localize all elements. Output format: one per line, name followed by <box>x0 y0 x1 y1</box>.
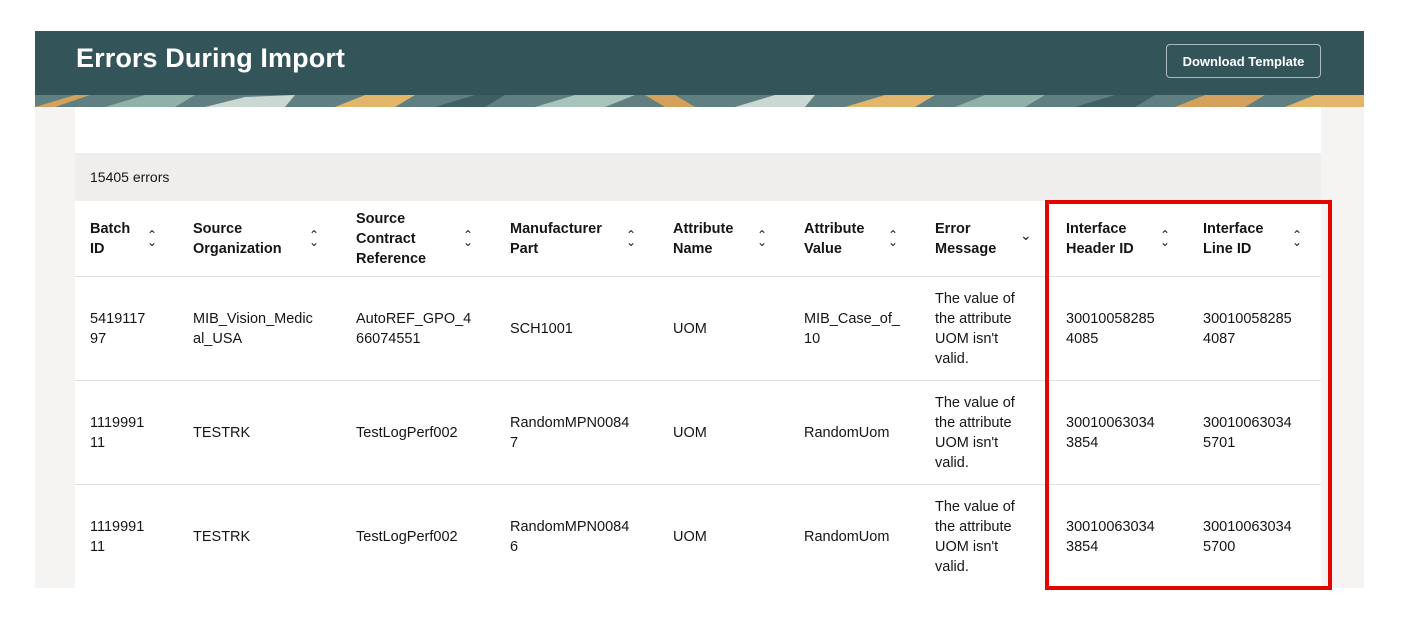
page-title: Errors During Import <box>76 43 346 73</box>
cell-error-message: The value of the attribute UOM isn't val… <box>935 291 1015 367</box>
column-label: Batch ID <box>90 221 131 257</box>
column-label: Interface Line ID <box>1203 221 1264 257</box>
table-row[interactable]: 5419117 97 MIB_Vision_Medic al_USA AutoR… <box>75 277 1321 381</box>
cell-attribute-name: UOM <box>673 529 707 545</box>
sort-icon[interactable]: ⌃ ⌄ <box>463 201 473 277</box>
column-label: Interface Header ID <box>1066 221 1134 257</box>
cell-manufacturer-part: SCH1001 <box>510 321 573 337</box>
cell-batch-id: 1119991 11 <box>90 519 145 555</box>
cell-interface-line-id: 30010058285 4087 <box>1203 311 1292 347</box>
chevron-down-icon: ⌄ <box>1292 235 1303 249</box>
chevron-down-icon: ⌄ <box>147 235 158 249</box>
sort-icon[interactable]: ⌃ ⌄ <box>757 201 767 277</box>
column-label: Attribute Value <box>804 221 865 257</box>
table-header: Batch ID ⌃ ⌄ Source Organization ⌃ ⌄ Sourc… <box>75 201 1321 277</box>
chevron-down-icon: ⌄ <box>463 235 474 249</box>
column-label: Error Message <box>935 221 997 257</box>
chevron-down-icon: ⌄ <box>1160 235 1171 249</box>
column-header-source-contract-reference[interactable]: Source Contract Reference ⌃ ⌄ <box>356 201 486 277</box>
cell-interface-header-id: 30010063034 3854 <box>1066 415 1155 451</box>
import-errors-page: Errors During Import Download Template 1… <box>35 31 1364 588</box>
cell-batch-id: 1119991 11 <box>90 415 145 451</box>
column-label: Source Contract Reference <box>356 211 427 267</box>
sort-icon[interactable]: ⌃ ⌄ <box>1160 201 1170 277</box>
sort-icon[interactable]: ⌃ ⌄ <box>1292 201 1302 277</box>
cell-source-organization: TESTRK <box>193 529 251 545</box>
cell-interface-header-id: 30010063034 3854 <box>1066 519 1155 555</box>
cell-error-message: The value of the attribute UOM isn't val… <box>935 395 1015 471</box>
chevron-down-icon: ⌄ <box>309 235 320 249</box>
cell-batch-id: 5419117 97 <box>90 311 146 347</box>
column-label: Attribute Name <box>673 221 734 257</box>
error-count-bar: 15405 errors <box>75 153 1321 201</box>
cell-source-organization: MIB_Vision_Medic al_USA <box>193 311 313 347</box>
cell-source-contract-reference: TestLogPerf002 <box>356 425 458 441</box>
cell-error-message: The value of the attribute UOM isn't val… <box>935 499 1015 575</box>
chevron-down-icon: ⌄ <box>888 235 899 249</box>
cell-attribute-name: UOM <box>673 425 707 441</box>
column-header-attribute-value[interactable]: Attribute Value ⌃ ⌄ <box>804 201 914 277</box>
sort-icon[interactable]: ⌃ ⌄ <box>626 201 636 277</box>
cell-attribute-value: RandomUom <box>804 425 890 441</box>
cell-interface-line-id: 30010063034 5700 <box>1203 519 1292 555</box>
column-label: Source Organization <box>193 221 282 257</box>
table-row[interactable]: 1119991 11 TESTRK TestLogPerf002 RandomM… <box>75 381 1321 485</box>
column-header-error-message[interactable]: Error Message ⌄ <box>935 201 1045 277</box>
column-label: Manufacturer Part <box>510 221 602 257</box>
cell-interface-line-id: 30010063034 5701 <box>1203 415 1292 451</box>
column-header-batch-id[interactable]: Batch ID ⌃ ⌄ <box>90 201 178 277</box>
sort-icon[interactable]: ⌃ ⌄ <box>147 201 157 277</box>
column-header-attribute-name[interactable]: Attribute Name ⌃ ⌄ <box>673 201 783 277</box>
column-header-interface-header-id[interactable]: Interface Header ID ⌃ ⌄ <box>1066 201 1176 277</box>
download-template-button[interactable]: Download Template <box>1166 44 1321 78</box>
column-header-source-organization[interactable]: Source Organization ⌃ ⌄ <box>193 201 333 277</box>
cell-attribute-value: MIB_Case_of_ 10 <box>804 311 900 347</box>
cell-attribute-value: RandomUom <box>804 529 890 545</box>
chevron-down-icon: ⌄ <box>626 235 637 249</box>
sort-icon[interactable]: ⌄ <box>1020 197 1032 273</box>
cell-source-contract-reference: TestLogPerf002 <box>356 529 458 545</box>
decorative-banner-pattern <box>35 95 1364 107</box>
cell-source-contract-reference: AutoREF_GPO_4 66074551 <box>356 311 472 347</box>
sort-icon[interactable]: ⌃ ⌄ <box>888 201 898 277</box>
column-header-manufacturer-part[interactable]: Manufacturer Part ⌃ ⌄ <box>510 201 650 277</box>
error-count: 15405 errors <box>90 169 170 185</box>
cell-source-organization: TESTRK <box>193 425 251 441</box>
cell-interface-header-id: 30010058285 4085 <box>1066 311 1155 347</box>
column-header-interface-line-id[interactable]: Interface Line ID ⌃ ⌄ <box>1203 201 1313 277</box>
table-row[interactable]: 1119991 11 TESTRK TestLogPerf002 RandomM… <box>75 485 1321 588</box>
cell-manufacturer-part: RandomMPN0084 7 <box>510 415 630 451</box>
sort-icon[interactable]: ⌃ ⌄ <box>309 201 319 277</box>
page-header: Errors During Import Download Template <box>35 31 1364 107</box>
cell-manufacturer-part: RandomMPN0084 6 <box>510 519 630 555</box>
errors-panel: 15405 errors Batch ID ⌃ ⌄ Source Organiza… <box>75 107 1321 588</box>
cell-attribute-name: UOM <box>673 321 707 337</box>
chevron-down-icon: ⌄ <box>757 235 768 249</box>
